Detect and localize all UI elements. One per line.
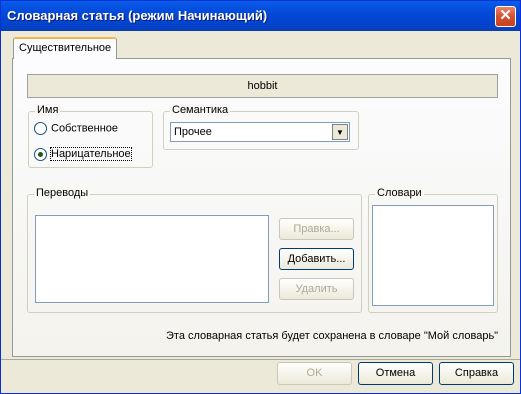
radio-common-label: Нарицательное: [50, 147, 132, 162]
help-button[interactable]: Справка: [439, 362, 514, 385]
radio-common[interactable]: Нарицательное: [34, 147, 132, 162]
tab-label: Существительное: [19, 42, 112, 54]
title-bar[interactable]: Словарная статья (режим Начинающий) ✕: [1, 1, 520, 31]
radio-proper-label: Собственное: [51, 122, 118, 135]
ok-button[interactable]: OK: [277, 362, 352, 385]
add-button[interactable]: Добавить...: [279, 248, 354, 270]
edit-button[interactable]: Правка...: [279, 218, 354, 240]
dictionaries-group-label: Словари: [375, 187, 424, 199]
translations-group-label: Переводы: [34, 187, 91, 199]
chevron-down-icon[interactable]: ▼: [332, 124, 348, 140]
dictionaries-list[interactable]: [372, 205, 494, 306]
save-note: Эта словарная статья будет сохранена в с…: [166, 330, 499, 342]
close-icon: ✕: [499, 7, 512, 24]
radio-proper-button[interactable]: [34, 122, 47, 135]
name-group-label: Имя: [35, 104, 61, 116]
radio-proper[interactable]: Собственное: [34, 122, 118, 135]
semantics-group-label: Семантика: [170, 104, 231, 116]
cancel-button[interactable]: Отмена: [358, 362, 433, 385]
semantics-select[interactable]: Прочее ▼: [170, 122, 350, 142]
dialog-window: Словарная статья (режим Начинающий) ✕ Су…: [0, 0, 521, 394]
word-display: hobbit: [27, 74, 498, 98]
semantics-selected-value: Прочее: [174, 126, 212, 138]
window-title: Словарная статья (режим Начинающий): [7, 8, 268, 23]
footer-separator: [1, 359, 520, 360]
radio-common-button[interactable]: [34, 148, 47, 161]
close-button[interactable]: ✕: [495, 6, 516, 27]
delete-button[interactable]: Удалить: [279, 278, 354, 300]
translations-list[interactable]: [35, 215, 269, 303]
tab-noun[interactable]: Существительное: [13, 37, 117, 59]
